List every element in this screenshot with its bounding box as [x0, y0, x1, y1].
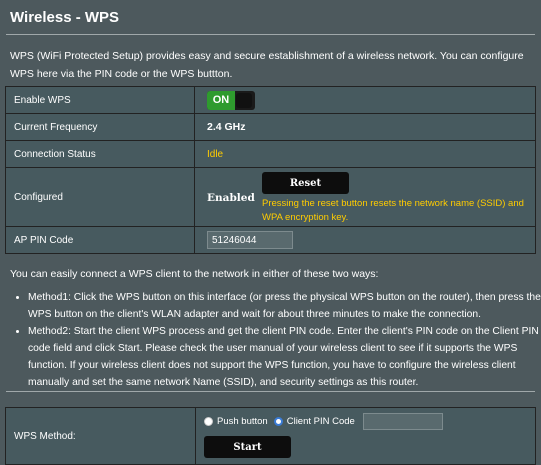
push-button-label[interactable]: Push button	[217, 416, 268, 427]
wps-method-table: WPS Method: Push button Client PIN Code …	[5, 407, 536, 465]
method-list: Method1: Click the WPS button on this in…	[10, 289, 541, 391]
wps-settings-table: Enable WPS ON Current Frequency 2.4 GHz …	[5, 86, 536, 254]
connection-status-label: Connection Status	[5, 140, 195, 168]
client-pin-radio[interactable]	[273, 417, 283, 426]
client-pin-input[interactable]	[362, 413, 443, 430]
reset-button[interactable]: Reset	[262, 172, 349, 194]
connection-status-value: Idle	[207, 148, 224, 160]
configured-label: Configured	[5, 167, 195, 227]
start-button[interactable]: Start	[204, 436, 291, 458]
section-divider	[6, 391, 535, 392]
ap-pin-label: AP PIN Code	[5, 226, 195, 254]
connection-ways-intro: You can easily connect a WPS client to t…	[10, 268, 379, 280]
row-configured: Configured Enabled Reset Pressing the re…	[5, 167, 536, 227]
configured-value: Enabled	[207, 192, 255, 204]
wps-method-options: Push button Client PIN Code	[204, 413, 534, 430]
current-frequency-value: 2.4 GHz	[207, 121, 246, 133]
push-button-radio[interactable]	[204, 417, 213, 426]
current-frequency-label: Current Frequency	[5, 113, 195, 141]
reset-hint: Pressing the reset button resets the net…	[262, 198, 524, 223]
page-title: Wireless - WPS	[10, 9, 120, 26]
enable-wps-toggle[interactable]: ON	[207, 90, 255, 110]
toggle-knob	[236, 92, 252, 108]
row-ap-pin: AP PIN Code 51246044	[5, 226, 536, 254]
title-divider	[6, 34, 535, 35]
wps-method-label: WPS Method:	[5, 407, 196, 465]
toggle-on-text: ON	[207, 90, 235, 110]
title-bar: Wireless - WPS	[0, 0, 541, 37]
row-enable-wps: Enable WPS ON	[5, 86, 536, 114]
row-wps-method: WPS Method: Push button Client PIN Code …	[5, 407, 536, 465]
row-current-frequency: Current Frequency 2.4 GHz	[5, 113, 536, 141]
method-1-item: Method1: Click the WPS button on this in…	[28, 289, 541, 323]
client-pin-label[interactable]: Client PIN Code	[287, 416, 355, 427]
method-2-item: Method2: Start the client WPS process an…	[28, 323, 541, 391]
enable-wps-label: Enable WPS	[5, 86, 195, 114]
row-connection-status: Connection Status Idle	[5, 140, 536, 168]
page-description: WPS (WiFi Protected Setup) provides easy…	[10, 50, 524, 80]
ap-pin-field[interactable]: 51246044	[207, 231, 293, 249]
